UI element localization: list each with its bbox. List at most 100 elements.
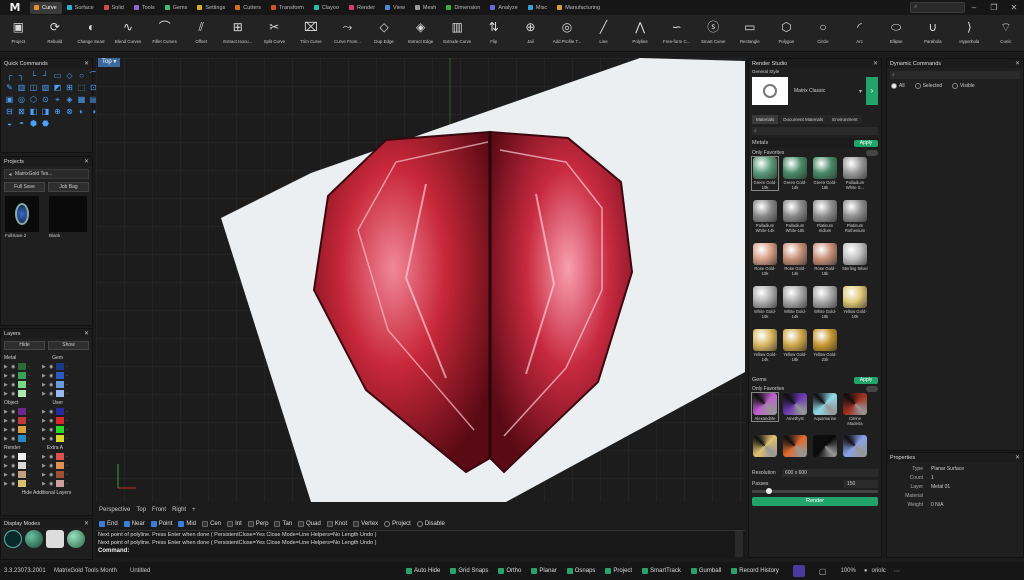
layer-color-swatch[interactable] [18, 435, 26, 442]
close-icon[interactable]: ✕ [84, 330, 89, 337]
apply-button[interactable]: Apply [854, 139, 878, 147]
osnap-radio-project[interactable]: Project [384, 521, 411, 527]
layer-arrow-icon[interactable]: ▶ [42, 454, 49, 460]
ribbon-conic[interactable]: ⌔ Conic [988, 15, 1024, 52]
material-swatch[interactable]: Green Gold-14k [782, 157, 808, 190]
tab-dimension[interactable]: Dimension [442, 2, 485, 14]
quick-command-icon[interactable]: ◩ [52, 82, 63, 93]
eye-icon[interactable]: ◉ [11, 472, 18, 478]
viewport-tab-front[interactable]: Front [152, 507, 166, 513]
checkbox[interactable] [178, 521, 185, 527]
checkbox[interactable] [406, 568, 412, 574]
eye-icon[interactable]: ◉ [11, 391, 18, 397]
lock-icon[interactable]: ◦ [66, 427, 72, 433]
checkbox[interactable] [326, 521, 333, 527]
lock-icon[interactable]: ◦ [66, 364, 72, 370]
quick-command-icon[interactable]: ◒ [4, 118, 15, 129]
layer-color-swatch[interactable] [56, 471, 64, 478]
checkbox[interactable] [274, 521, 281, 527]
gem-swatch[interactable] [782, 435, 808, 458]
hide-additional-layers-link[interactable]: Hide Additional Layers [1, 490, 92, 496]
eye-icon[interactable]: ◉ [49, 436, 56, 442]
layer-color-swatch[interactable] [18, 417, 26, 424]
quick-command-icon[interactable]: ┘ [40, 70, 51, 81]
material-swatch[interactable]: White Gold-10k [752, 286, 778, 319]
gem-swatch[interactable] [842, 435, 868, 458]
material-swatch[interactable]: Palladium White-18k [782, 200, 808, 233]
render-button[interactable]: Render [752, 497, 878, 506]
ribbon-polyline[interactable]: ⋀ Polyline [622, 15, 659, 52]
close-icon[interactable]: ✕ [84, 158, 89, 165]
ribbon-arc[interactable]: ◜ Arc [841, 15, 878, 52]
quick-command-icon[interactable]: ◧ [28, 106, 39, 117]
radio-button[interactable] [891, 83, 897, 89]
lock-icon[interactable]: ◦ [66, 418, 72, 424]
lock-icon[interactable]: ◦ [28, 391, 42, 397]
material-swatch[interactable]: Yellow Gold-10k [842, 286, 868, 319]
eye-icon[interactable]: ◉ [49, 454, 56, 460]
layer-arrow-icon[interactable]: ▶ [42, 436, 49, 442]
layer-color-swatch[interactable] [56, 480, 64, 487]
quick-command-icon[interactable]: ◓ [16, 118, 27, 129]
checkbox[interactable] [498, 568, 505, 574]
favorites-toggle[interactable] [866, 150, 878, 156]
project-thumb[interactable]: FullSave 2 [5, 196, 39, 238]
eye-icon[interactable]: ◉ [11, 382, 18, 388]
add-viewport-icon[interactable]: + [192, 507, 196, 513]
close-icon[interactable]: ✕ [1015, 454, 1020, 461]
checkbox[interactable] [298, 521, 305, 527]
quick-command-icon[interactable]: ⊠ [16, 106, 27, 117]
gem-swatch[interactable]: Amethyst [782, 393, 808, 421]
eye-icon[interactable]: ◉ [49, 418, 56, 424]
eye-icon[interactable]: ◉ [11, 463, 18, 469]
eye-icon[interactable]: ◉ [11, 373, 18, 379]
tab-render[interactable]: Render [345, 2, 380, 14]
eye-icon[interactable]: ◉ [11, 409, 18, 415]
lock-icon[interactable]: ◦ [66, 472, 72, 478]
layer-arrow-icon[interactable]: ▶ [4, 463, 11, 469]
tab-transform[interactable]: Transform [267, 2, 309, 14]
lock-icon[interactable]: ◦ [66, 409, 72, 415]
lock-icon[interactable]: ◦ [66, 391, 72, 397]
quick-command-icon[interactable]: ○ [76, 70, 87, 81]
close-icon[interactable]: ✕ [873, 60, 878, 67]
layer-arrow-icon[interactable]: ▶ [4, 454, 11, 460]
search-input[interactable]: ⌕ [910, 2, 965, 13]
command-scrollbar[interactable] [735, 531, 743, 557]
eye-icon[interactable]: ◉ [49, 382, 56, 388]
material-swatch[interactable]: Platinum Ruthenium [842, 200, 868, 233]
layer-arrow-icon[interactable]: ▶ [4, 472, 11, 478]
toggle-planar[interactable]: Planar [531, 568, 557, 574]
job-bag-button[interactable]: Job Bag [48, 182, 89, 192]
checkbox[interactable] [605, 568, 612, 574]
lock-icon[interactable]: ◦ [66, 436, 72, 442]
arrow-right-icon[interactable]: › [866, 77, 878, 105]
osnap-near[interactable]: Near [123, 521, 145, 527]
viewport-top[interactable] [96, 58, 745, 502]
lock-icon[interactable]: ◦ [28, 436, 42, 442]
toggle-ortho[interactable]: Ortho [498, 568, 521, 574]
ribbon-free-form-c[interactable]: ∽ Free-form C... [658, 15, 695, 52]
checkbox[interactable] [247, 521, 254, 527]
viewport-tab-right[interactable]: Right [172, 507, 186, 513]
quick-command-icon[interactable]: ▥ [16, 82, 27, 93]
eye-icon[interactable]: ◉ [49, 391, 56, 397]
gem-swatch[interactable]: Aquamarine [812, 393, 838, 421]
material-swatch[interactable]: Rose Gold-18k [812, 243, 838, 276]
layer-arrow-icon[interactable]: ▶ [4, 481, 11, 487]
toggle-gumball[interactable]: Gumball [690, 568, 721, 574]
ribbon-circle[interactable]: ○ Circle [805, 15, 842, 52]
lock-icon[interactable]: ◦ [66, 373, 72, 379]
project-dropdown[interactable]: ◂ MatrixGold Tes... [4, 169, 89, 179]
quick-command-icon[interactable]: ┌ [4, 70, 15, 81]
ribbon-parabola[interactable]: ∪ Parabola [914, 15, 951, 52]
ribbon-rebuild[interactable]: ⟳ Rebuild [37, 15, 74, 52]
ribbon-blend-curves[interactable]: ∿ Blend Curves [110, 15, 147, 52]
lock-icon[interactable]: ◦ [28, 373, 42, 379]
osnap-tan[interactable]: Tan [274, 521, 292, 527]
hide-button[interactable]: Hide [4, 341, 45, 350]
material-swatch[interactable]: Rose Gold-14k [782, 243, 808, 276]
eye-icon[interactable]: ◉ [49, 427, 56, 433]
apply-button[interactable]: Apply [854, 376, 878, 384]
lock-icon[interactable]: ◦ [66, 454, 72, 460]
